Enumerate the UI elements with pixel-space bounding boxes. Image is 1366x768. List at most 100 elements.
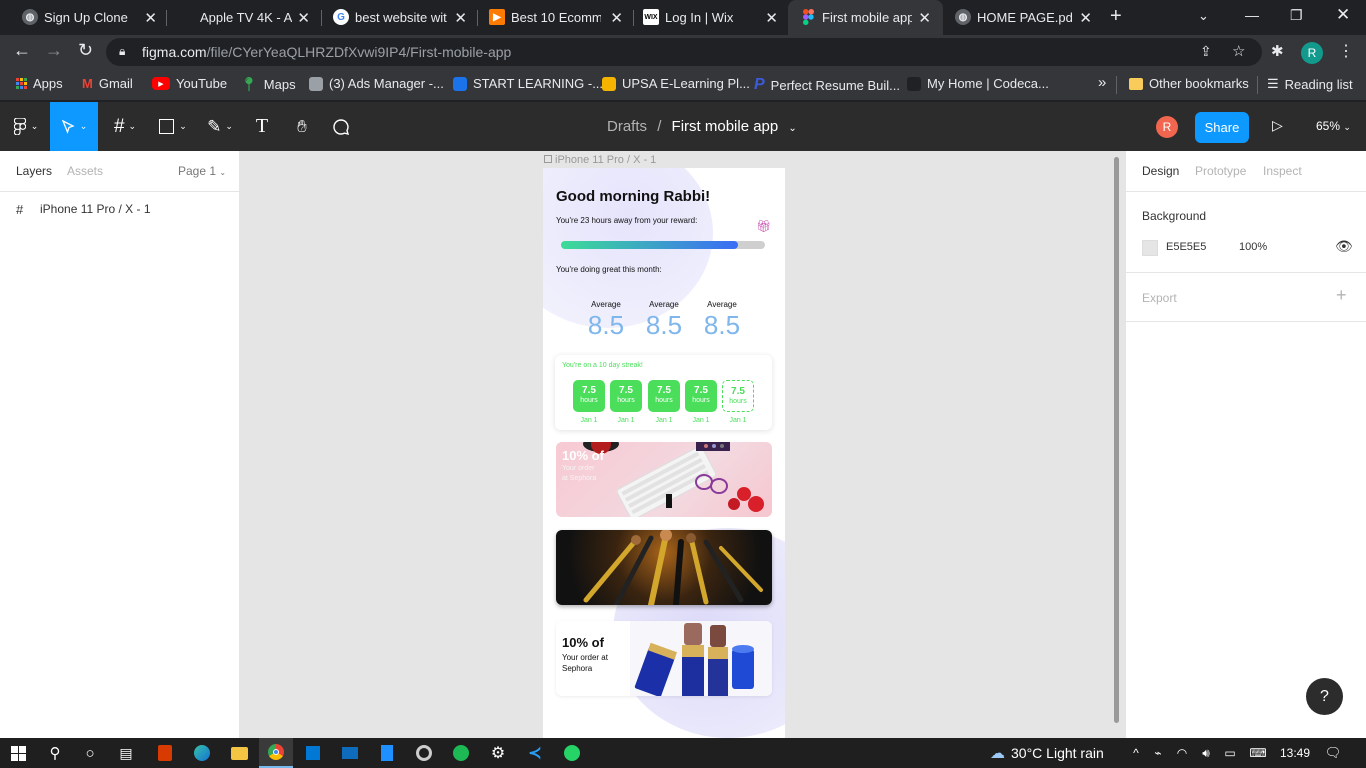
close-tab-icon[interactable]: ✕ — [1079, 9, 1092, 27]
browser-tab[interactable]: ◍ HOME PAGE.pdf ✕ — [955, 0, 1092, 35]
browser-tab[interactable]: Apple TV 4K - Ap ✕ — [178, 0, 310, 35]
tab-search-icon[interactable]: ⌄ — [1198, 8, 1209, 24]
address-bar[interactable]: 🔒︎ figma.com/file/CYerYeaQLHRZDfXvwi9IP4… — [106, 38, 1262, 66]
mail-icon[interactable] — [342, 747, 358, 759]
chevron-down-icon[interactable]: ⌄ — [788, 123, 796, 134]
tab-layers[interactable]: Layers — [16, 164, 52, 178]
search-icon[interactable]: ⚲ — [45, 743, 65, 763]
layer-item-frame[interactable]: # iPhone 11 Pro / X - 1 — [16, 200, 236, 218]
streak-day[interactable]: 7.5 hours — [685, 380, 717, 412]
minimize-icon[interactable]: — — [1245, 7, 1259, 23]
back-icon[interactable]: ← — [13, 40, 31, 61]
tab-prototype[interactable]: Prototype — [1195, 164, 1246, 178]
other-bookmarks[interactable]: Other bookmarks — [1129, 76, 1249, 91]
file-name[interactable]: First mobile app — [672, 118, 779, 135]
promo-card-lipstick[interactable]: 10% of Your order at Sephora — [556, 621, 772, 696]
bookmark-youtube[interactable]: ▶ YouTube — [152, 76, 227, 91]
tab-assets[interactable]: Assets — [67, 164, 103, 178]
add-export-icon[interactable]: + — [1336, 285, 1347, 306]
frame-tool[interactable]: # ⌄ — [105, 102, 145, 151]
star-icon[interactable]: ☆ — [1232, 42, 1245, 60]
keyboard-icon[interactable]: ⌨ — [1248, 743, 1268, 763]
close-tab-icon[interactable]: ✕ — [918, 9, 931, 27]
edge-icon[interactable] — [194, 745, 210, 761]
notifications-icon[interactable]: 🗨︎ — [1323, 743, 1343, 763]
store-icon[interactable] — [306, 746, 320, 760]
background-swatch[interactable] — [1142, 240, 1158, 256]
battery-icon[interactable]: ▭ — [1220, 743, 1240, 763]
document-app-icon[interactable] — [381, 745, 393, 761]
extensions-icon[interactable]: ✱ — [1271, 42, 1284, 60]
tab-design[interactable]: Design — [1142, 164, 1179, 178]
frame-label[interactable]: iPhone 11 Pro / X - 1 — [544, 154, 656, 166]
close-tab-icon[interactable]: ✕ — [454, 9, 467, 27]
breadcrumb-drafts[interactable]: Drafts — [607, 118, 647, 135]
close-tab-icon[interactable]: ✕ — [765, 9, 778, 27]
spotify-icon[interactable] — [453, 745, 469, 761]
page-selector[interactable]: Page 1 ⌄ — [178, 164, 226, 178]
bookmark-perfect-resume[interactable]: P Perfect Resume Buil... — [754, 76, 900, 94]
cortana-icon[interactable]: ○ — [80, 743, 100, 763]
close-tab-icon[interactable]: ✕ — [610, 9, 623, 27]
hand-tool[interactable]: ✋︎ — [288, 102, 316, 151]
more-bookmarks-icon[interactable]: » — [1098, 74, 1106, 91]
close-tab-icon[interactable]: ✕ — [297, 9, 310, 27]
network-icon[interactable]: ⌁ — [1148, 743, 1168, 763]
vscode-icon[interactable]: ≺ — [525, 743, 545, 763]
shape-tool[interactable]: ⌄ — [153, 102, 193, 151]
eye-icon[interactable]: 👁︎ — [1335, 238, 1353, 255]
user-avatar[interactable]: R — [1156, 116, 1178, 138]
reading-list[interactable]: ☰ Reading list — [1267, 76, 1353, 92]
weather-widget[interactable]: ☁ 30°C Light rain — [990, 744, 1104, 762]
url-text[interactable]: figma.com/file/CYerYeaQLHRZDfXvwi9IP4/Fi… — [142, 44, 511, 60]
browser-tab[interactable]: ▶ Best 10 Ecommer ✕ — [489, 0, 623, 35]
promo-card-keyboard[interactable]: 10% of Your order at Sephora — [556, 442, 772, 517]
text-tool[interactable]: T — [248, 102, 276, 151]
figma-canvas[interactable]: iPhone 11 Pro / X - 1 Good morning Rabbi… — [240, 151, 1125, 738]
iphone-frame[interactable]: Good morning Rabbi! You're 23 hours away… — [543, 168, 785, 738]
clock[interactable]: 13:49 — [1280, 746, 1310, 760]
profile-avatar[interactable]: R — [1301, 42, 1323, 64]
browser-tab[interactable]: G best website with ✕ — [333, 0, 467, 35]
close-window-icon[interactable]: ✕ — [1336, 5, 1350, 25]
bookmark-apps[interactable]: Apps — [16, 76, 63, 91]
office-icon[interactable] — [158, 745, 172, 761]
bookmark-upsa[interactable]: UPSA E-Learning Pl... — [602, 76, 750, 91]
new-tab-icon[interactable]: + — [1110, 5, 1122, 28]
gift-icon[interactable]: 🎁︎ — [756, 219, 771, 233]
wifi-icon[interactable]: ◠ — [1172, 743, 1192, 763]
media-player-icon[interactable] — [416, 745, 432, 761]
present-play-icon[interactable]: ▷ — [1272, 117, 1283, 134]
pen-tool[interactable]: ✎ ⌄ — [200, 102, 240, 151]
windows-start-icon[interactable] — [8, 743, 28, 763]
reload-icon[interactable]: ↻ — [78, 40, 93, 61]
move-tool[interactable]: ⌄ — [50, 102, 98, 151]
chrome-taskbar-active[interactable] — [259, 738, 293, 768]
share-page-icon[interactable]: ⇪ — [1200, 43, 1212, 60]
tab-inspect[interactable]: Inspect — [1263, 164, 1302, 178]
browser-tab[interactable]: WIX Log In | Wix ✕ — [643, 0, 778, 35]
streak-day[interactable]: 7.5 hours — [573, 380, 605, 412]
streak-day[interactable]: 7.5 hours — [610, 380, 642, 412]
zoom-menu[interactable]: 65% ⌄ — [1316, 119, 1351, 133]
background-hex-input[interactable]: E5E5E5 — [1166, 241, 1206, 253]
browser-tab-active[interactable]: First mobile app ✕ — [788, 0, 943, 35]
bookmark-codecademy[interactable]: My Home | Codeca... — [907, 76, 1049, 91]
bookmark-start-learning[interactable]: START LEARNING -... — [453, 76, 603, 91]
task-view-icon[interactable]: ▤ — [116, 743, 136, 763]
bookmark-ads-manager[interactable]: (3) Ads Manager -... — [309, 76, 444, 91]
background-opacity-input[interactable]: 100% — [1239, 241, 1267, 253]
more-menu-icon[interactable]: ⋮ — [1338, 41, 1354, 61]
forward-icon[interactable]: → — [45, 40, 63, 61]
figma-menu[interactable]: ⌄ — [4, 102, 48, 151]
restore-icon[interactable]: ❐ — [1290, 7, 1303, 24]
volume-icon[interactable]: 🔊︎ — [1196, 743, 1216, 763]
share-button[interactable]: Share — [1195, 112, 1249, 143]
bookmark-maps[interactable]: 📍︎ Maps — [240, 76, 296, 93]
close-tab-icon[interactable]: ✕ — [144, 9, 157, 27]
whatsapp-icon[interactable] — [564, 745, 580, 761]
bookmark-gmail[interactable]: M Gmail — [82, 76, 133, 91]
browser-tab[interactable]: ◍ Sign Up Clone ✕ — [22, 0, 157, 35]
help-button[interactable]: ? — [1306, 678, 1343, 715]
comment-tool[interactable] — [327, 102, 355, 151]
